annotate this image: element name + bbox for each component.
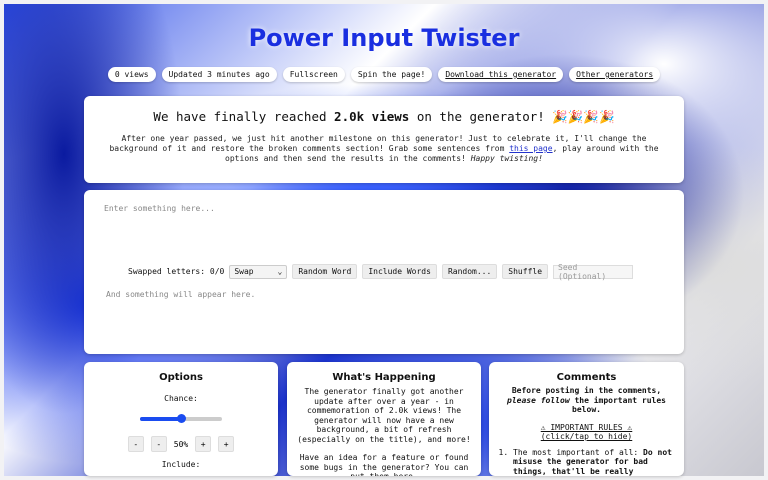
chance-value: 50%: [173, 439, 189, 449]
heading-text: We have finally reached: [153, 109, 335, 124]
heading-text-end: on the generator! 🎉🎉🎉🎉: [409, 109, 615, 124]
whats-happening-card: What's Happening The generator finally g…: [287, 362, 481, 476]
intro-text: Before posting in the comments,: [511, 386, 662, 395]
whats-happening-body: The generator finally got another update…: [297, 387, 471, 476]
swapped-letters-label: Swapped letters: 0/0: [128, 267, 225, 276]
output-area: And something will appear here.: [106, 290, 256, 299]
shuffle-button[interactable]: Shuffle: [502, 264, 549, 279]
include-label: Include:: [161, 460, 201, 469]
slider-handle[interactable]: [176, 414, 186, 423]
rules-toggle[interactable]: ⚠ IMPORTANT RULES ⚠ (click/tap to hide): [497, 423, 676, 442]
comments-card: Comments Before posting in the comments,…: [489, 362, 684, 476]
download-generator-link[interactable]: Download this generator: [438, 67, 564, 82]
intro-italic: please follow: [507, 395, 570, 405]
rule-text: The most important of all:: [513, 447, 644, 457]
random-word-button[interactable]: Random Word: [292, 264, 358, 279]
chevron-down-icon: ⌄: [277, 267, 283, 276]
announcement-heading: We have finally reached 2.0k views on th…: [84, 109, 684, 125]
options-title: Options: [159, 372, 203, 383]
include-words-button[interactable]: Include Words: [362, 264, 437, 279]
announcement-card: We have finally reached 2.0k views on th…: [84, 96, 684, 183]
increase-more-button[interactable]: +: [218, 436, 235, 452]
seed-input[interactable]: Seed (Optional): [553, 263, 634, 281]
comments-title: Comments: [556, 372, 617, 383]
happy-twisting-text: Happy twisting!: [470, 154, 543, 163]
decrease-more-button[interactable]: -: [127, 436, 144, 452]
info-pills: 0 views Updated 3 minutes ago Fullscreen…: [0, 67, 768, 82]
this-page-link[interactable]: this page: [509, 144, 552, 153]
whats-happening-title: What's Happening: [332, 372, 436, 383]
random-menu-button[interactable]: Random...: [441, 264, 498, 279]
announcement-body: After one year passed, we just hit anoth…: [96, 134, 672, 164]
chance-label: Chance:: [164, 394, 198, 403]
page-title: Power Input Twister: [248, 24, 520, 52]
chance-stepper: - - 50% + +: [84, 436, 278, 452]
rules-title: ⚠ IMPORTANT RULES ⚠: [540, 422, 633, 432]
updated-time: Updated 3 minutes ago: [161, 67, 277, 82]
chance-slider[interactable]: [140, 414, 222, 423]
rules-hide-link[interactable]: (click/tap to hide): [497, 432, 676, 442]
increase-button[interactable]: +: [195, 436, 212, 452]
generator-card: Enter something here... Swapped letters:…: [84, 190, 684, 354]
input-textarea[interactable]: Enter something here...: [104, 204, 215, 213]
comments-intro: Before posting in the comments, please f…: [497, 386, 676, 415]
slider-fill: [140, 417, 181, 421]
other-generators-link[interactable]: Other generators: [569, 67, 661, 82]
options-card: Options Chance: - - 50% + + Include:: [84, 362, 278, 476]
views-count: 0 views: [107, 67, 156, 82]
generator-controls: Swapped letters: 0/0 Swap ⌄ Random Word I…: [128, 263, 634, 281]
intro-text-2: the important rules below.: [569, 395, 666, 415]
decrease-button[interactable]: -: [150, 436, 167, 452]
mode-select-value: Swap: [234, 267, 254, 276]
spin-page-button[interactable]: Spin the page!: [350, 67, 433, 82]
rules-list: The most important of all: Do not misuse…: [497, 448, 676, 477]
fullscreen-button[interactable]: Fullscreen: [282, 67, 345, 82]
heading-views: 2.0k views: [334, 109, 410, 124]
mode-select[interactable]: Swap ⌄: [229, 264, 288, 279]
happening-paragraph-1: The generator finally got another update…: [297, 387, 471, 444]
happening-paragraph-2: Have an idea for a feature or found some…: [299, 453, 469, 476]
comments-body: Before posting in the comments, please f…: [497, 386, 676, 476]
list-item: The most important of all: Do not misuse…: [513, 448, 676, 477]
